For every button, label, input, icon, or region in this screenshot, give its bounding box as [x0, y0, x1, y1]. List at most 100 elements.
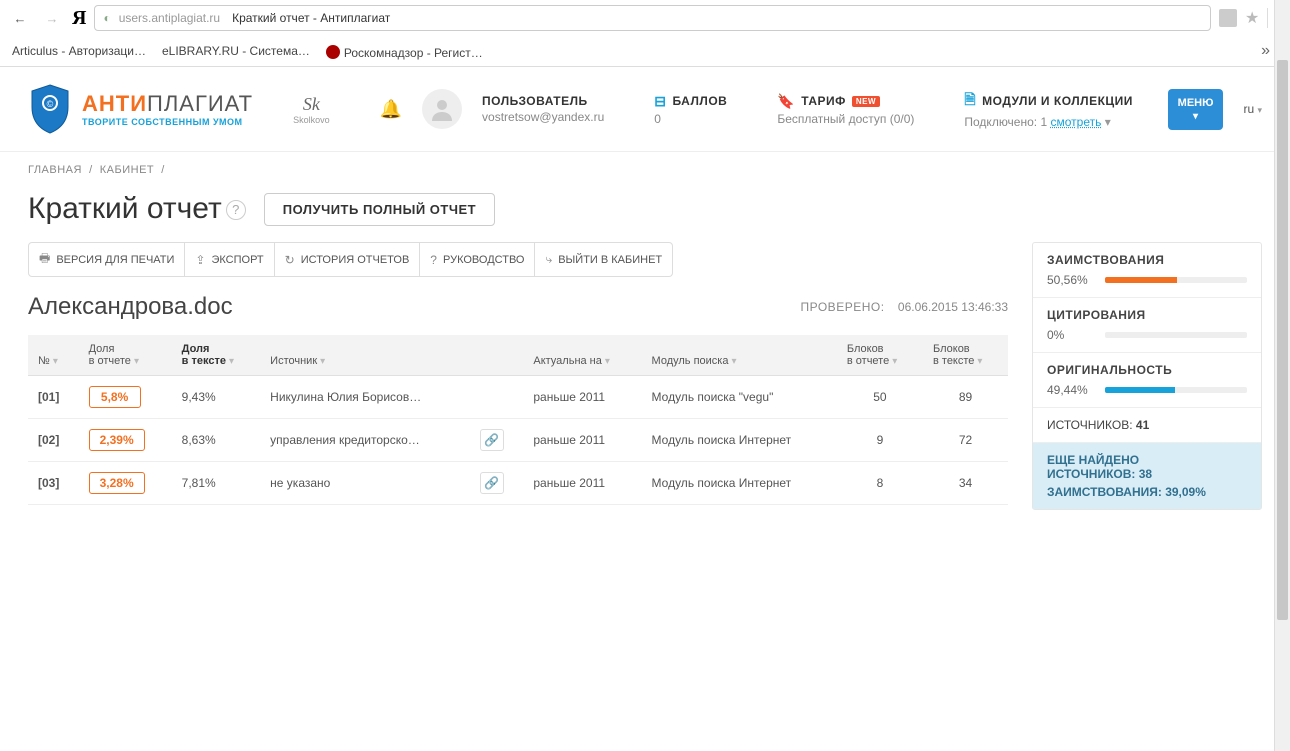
sk-sub: Skolkovo [293, 115, 330, 125]
cell-blocks-text: 72 [923, 419, 1008, 462]
sort-icon: ▾ [731, 356, 736, 367]
bookmark-3-label: Роскомнадзор - Регист… [344, 46, 483, 60]
language-select[interactable]: ru ▾ [1243, 102, 1262, 116]
bookmark-3[interactable]: Роскомнадзор - Регист… [326, 43, 483, 60]
header-right: МЕНЮ ▾ ru ▾ [1168, 89, 1262, 130]
sk-mark: Sk [293, 94, 330, 115]
main-column: 🖶ВЕРСИЯ ДЛЯ ПЕЧАТИ ⇪ЭКСПОРТ ↻ИСТОРИЯ ОТЧ… [28, 242, 1008, 505]
cell-share-report: 2,39% [79, 419, 172, 462]
logo-anti: АНТИ [82, 91, 147, 116]
address-bar[interactable]: ◐ users.antiplagiat.ru Краткий отчет - А… [94, 5, 1211, 31]
th-num[interactable]: №▾ [28, 335, 79, 376]
full-report-button[interactable]: ПОЛУЧИТЬ ПОЛНЫЙ ОТЧЕТ [264, 193, 495, 226]
history-icon: ↻ [285, 253, 295, 267]
th-module[interactable]: Модуль поиска▾ [642, 335, 837, 376]
help-hint-icon[interactable]: ? [226, 200, 246, 220]
forward-button[interactable]: → [40, 6, 64, 30]
bookmark-star-icon[interactable]: ★ [1245, 8, 1259, 28]
th-source[interactable]: Источник▾ [260, 335, 469, 376]
orig-title: ОРИГИНАЛЬНОСТЬ [1047, 363, 1247, 377]
user-label: ПОЛЬЗОВАТЕЛЬ [482, 94, 604, 108]
sort-icon: ▾ [977, 356, 982, 367]
balance-block: ⊟БАЛЛОВ 0 [654, 93, 727, 126]
link-icon[interactable]: 🔗 [480, 472, 504, 494]
th-module-label: Модуль поиска [652, 355, 729, 367]
bookmark-2[interactable]: eLIBRARY.RU - Система… [162, 44, 310, 58]
modules-link[interactable]: смотреть [1050, 115, 1101, 129]
sources-label: ИСТОЧНИКОВ: [1047, 418, 1133, 432]
th-actual[interactable]: Актуальна на▾ [523, 335, 641, 376]
sort-icon: ▾ [134, 356, 139, 367]
pct-badge: 3,28% [89, 472, 145, 494]
cell-blocks-report: 8 [837, 462, 923, 505]
logo[interactable]: © АНТИПЛАГИАТ ТВОРИТЕ СОБСТВЕННЫМ УМОМ [28, 83, 253, 135]
th-share-report[interactable]: Доляв отчете▾ [79, 335, 172, 376]
cell-blocks-report: 50 [837, 376, 923, 419]
chevron-down-icon: ▾ [1257, 105, 1262, 115]
cite-title: ЦИТИРОВАНИЯ [1047, 308, 1247, 322]
breadcrumb: ГЛАВНАЯ / КАБИНЕТ / [0, 152, 1290, 188]
table-header-row: №▾ Доляв отчете▾ Доляв тексте▾ Источник▾… [28, 335, 1008, 376]
th-share-text[interactable]: Доляв тексте▾ [172, 335, 261, 376]
orig-bar [1105, 387, 1247, 393]
notifications-bell-icon[interactable]: 🔔 [380, 99, 402, 120]
th-sr-b: в отчете [89, 355, 131, 367]
borrow-bar [1105, 277, 1247, 283]
address-row: ← → Я ◐ users.antiplagiat.ru Краткий отч… [0, 0, 1290, 36]
cell-link: 🔗 [470, 462, 524, 505]
th-bt-a: Блоков [933, 343, 998, 355]
tool-exit[interactable]: ⤷ВЫЙТИ В КАБИНЕТ [535, 242, 673, 277]
globe-icon: ◐ [103, 11, 110, 25]
menu-label: МЕНЮ [1178, 97, 1214, 109]
file-icon: 🗎 [964, 89, 976, 113]
bookmarks-bar: Articulus - Авторизаци… eLIBRARY.RU - Си… [0, 36, 1290, 66]
crumb-home[interactable]: ГЛАВНАЯ [28, 164, 82, 176]
th-sr-a: Доля [89, 343, 162, 355]
th-blocks-report[interactable]: Блоковв отчете▾ [837, 335, 923, 376]
tool-exit-label: ВЫЙТИ В КАБИНЕТ [558, 254, 662, 266]
modules-block: 🗎МОДУЛИ И КОЛЛЕКЦИИ Подключено: 1 смотре… [964, 89, 1133, 129]
th-bt-b: в тексте [933, 355, 974, 367]
extension-icon[interactable] [1219, 9, 1237, 27]
cell-blocks-report: 9 [837, 419, 923, 462]
bookmark-1[interactable]: Articulus - Авторизаци… [12, 44, 146, 58]
avatar[interactable] [422, 89, 462, 129]
person-icon [429, 96, 455, 122]
page: © АНТИПЛАГИАТ ТВОРИТЕ СОБСТВЕННЫМ УМОМ S… [0, 67, 1290, 530]
tool-export[interactable]: ⇪ЭКСПОРТ [185, 242, 274, 277]
user-email: vostretsow@yandex.ru [482, 110, 604, 124]
cell-share-text: 9,43% [172, 376, 261, 419]
tool-manual[interactable]: ?РУКОВОДСТВО [420, 242, 535, 277]
tool-export-label: ЭКСПОРТ [211, 254, 263, 266]
borrow-fill [1105, 277, 1177, 283]
stats-panel: ЗАИМСТВОВАНИЯ 50,56% ЦИТИРОВАНИЯ 0% ОРИГ… [1032, 242, 1262, 510]
orig-pct: 49,44% [1047, 383, 1095, 397]
tool-print[interactable]: 🖶ВЕРСИЯ ДЛЯ ПЕЧАТИ [28, 242, 185, 277]
logo-subtitle: ТВОРИТЕ СОБСТВЕННЫМ УМОМ [82, 117, 253, 127]
cell-link [470, 376, 524, 419]
cell-module: Модуль поиска Интернет [642, 419, 837, 462]
sort-icon: ▾ [320, 356, 325, 367]
back-button[interactable]: ← [8, 6, 32, 30]
link-icon[interactable]: 🔗 [480, 429, 504, 451]
table-row: [03]3,28%7,81%не указано🔗раньше 2011Моду… [28, 462, 1008, 505]
cell-actual: раньше 2011 [523, 376, 641, 419]
scrollbar-thumb[interactable] [1277, 60, 1288, 620]
crumb-cabinet[interactable]: КАБИНЕТ [100, 164, 154, 176]
title-bar: Краткий отчет? ПОЛУЧИТЬ ПОЛНЫЙ ОТЧЕТ [0, 188, 1290, 242]
th-blocks-text[interactable]: Блоковв тексте▾ [923, 335, 1008, 376]
help-icon: ? [430, 253, 437, 267]
scrollbar[interactable] [1274, 0, 1290, 751]
yandex-logo[interactable]: Я [72, 7, 86, 30]
pct-badge: 2,39% [89, 429, 145, 451]
more-label: ЕЩЕ НАЙДЕНО ИСТОЧНИКОВ: [1047, 453, 1139, 481]
chevron-down-icon: ▾ [1105, 115, 1111, 129]
tool-history[interactable]: ↻ИСТОРИЯ ОТЧЕТОВ [275, 242, 421, 277]
menu-button[interactable]: МЕНЮ ▾ [1168, 89, 1224, 130]
cite-pct: 0% [1047, 328, 1095, 342]
svg-text:©: © [47, 99, 54, 109]
sort-icon: ▾ [605, 356, 610, 367]
more-borrow-pct: 39,09% [1165, 485, 1206, 499]
lang-label: ru [1243, 102, 1254, 116]
separator [1267, 8, 1268, 28]
